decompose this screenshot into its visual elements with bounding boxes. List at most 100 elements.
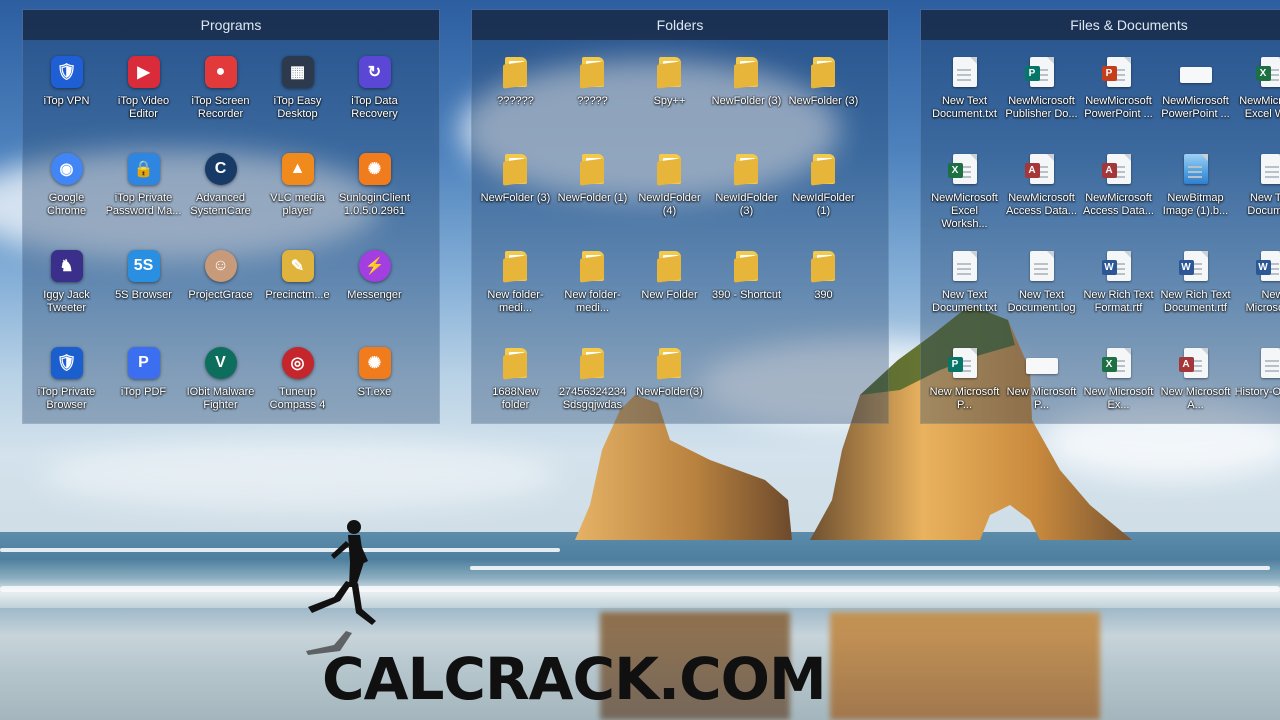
file-shortcut[interactable]: History-Options xyxy=(1234,337,1280,423)
shortcut-label: ST.exe xyxy=(357,386,392,398)
program-shortcut[interactable]: ⚡ Messenger xyxy=(336,240,413,337)
folder-icon xyxy=(652,54,688,90)
shortcut-label: VLC media player xyxy=(270,192,325,217)
folder-shortcut[interactable]: NewIdFolder (4) xyxy=(631,143,708,240)
folder-shortcut[interactable]: New folder-medi... xyxy=(554,240,631,337)
program-shortcut[interactable]: ♞ Iggy Jack Tweeter xyxy=(28,240,105,337)
shortcut-label: NewMicrosoft Access Data... xyxy=(1083,192,1154,217)
bitmap-icon xyxy=(1178,151,1214,187)
access-icon: A xyxy=(1178,345,1214,381)
folder-shortcut[interactable]: ?????? xyxy=(477,46,554,143)
program-shortcut[interactable]: PiTop PDF xyxy=(105,337,182,434)
folder-shortcut[interactable]: New Folder xyxy=(631,240,708,337)
program-shortcut[interactable]: V IObit Malware Fighter xyxy=(182,337,259,434)
program-shortcut[interactable]: 🛡 iTop Private Browser xyxy=(28,337,105,434)
file-shortcut[interactable]: New Text Docum2... xyxy=(1234,143,1280,240)
shortcut-label: 5S Browser xyxy=(115,289,172,301)
folder-shortcut[interactable]: 1688New folder xyxy=(477,337,554,434)
shortcut-label: History-Options xyxy=(1234,386,1280,398)
file-shortcut[interactable]: A New Microsoft A... xyxy=(1157,337,1234,423)
shortcut-label: Iggy Jack Tweeter xyxy=(43,289,90,314)
compass-icon: ◎ xyxy=(280,345,316,381)
shortcut-label: New Rich Text Document.rtf xyxy=(1160,289,1231,314)
shortcut-label: iTop Screen Recorder xyxy=(191,95,250,120)
file-shortcut[interactable]: NewMicrosoft PowerPoint ... xyxy=(1157,46,1234,143)
shortcut-label: NewFolder (3) xyxy=(788,95,859,107)
program-shortcut[interactable]: ◎ Tuneup Compass 4 xyxy=(259,337,336,434)
program-shortcut[interactable]: ✺ ST.exe xyxy=(336,337,413,434)
file-shortcut[interactable]: X New Microsoft Ex... xyxy=(1080,337,1157,423)
grid-icon: ▦ xyxy=(280,54,316,90)
shortcut-label: NewMicrosoft Publisher Do... xyxy=(1005,95,1078,120)
cone-icon: ▲ xyxy=(280,151,316,187)
shortcut-label: NewIdFolder (1) xyxy=(792,192,855,217)
fence-title[interactable]: Files & Documents xyxy=(921,10,1280,40)
folder-shortcut[interactable]: NewIdFolder (3) xyxy=(708,143,785,240)
folder-shortcut[interactable]: NewIdFolder (1) xyxy=(785,143,862,240)
file-shortcut[interactable]: P NewMicrosoft Publisher Do... xyxy=(1003,46,1080,143)
folder-shortcut[interactable]: 27456324234 Sdsgqjwdas xyxy=(554,337,631,434)
file-shortcut[interactable]: New Text Document.txt xyxy=(926,46,1003,143)
shortcut-label: NewFolder(3) xyxy=(636,386,703,398)
fence-title[interactable]: Folders xyxy=(472,10,888,40)
shortcut-label: NewFolder (1) xyxy=(557,192,628,204)
program-shortcut[interactable]: ● iTop Screen Recorder xyxy=(182,46,259,143)
file-shortcut[interactable]: New Text Document.txt xyxy=(926,240,1003,337)
folder-pen-icon: ✎ xyxy=(280,248,316,284)
program-shortcut[interactable]: ▲ VLC media player xyxy=(259,143,336,240)
folder-shortcut[interactable]: NewFolder (3) xyxy=(477,143,554,240)
file-shortcut[interactable]: X NewMicrosoft Excel Wo... xyxy=(1234,46,1280,143)
shortcut-label: NewFolder (3) xyxy=(480,192,551,204)
shortcut-label: iTop Private Password Ma... xyxy=(105,192,182,217)
shortcut-label: iTop Easy Desktop xyxy=(273,95,322,120)
shortcut-label: ????? xyxy=(577,95,608,107)
folder-icon xyxy=(806,151,842,187)
file-shortcut[interactable]: NewBitmap Image (1).b... xyxy=(1157,143,1234,240)
blank-document-icon xyxy=(1024,345,1060,381)
folder-shortcut[interactable]: 390 xyxy=(785,240,862,337)
program-shortcut[interactable]: ◉ Google Chrome xyxy=(28,143,105,240)
word-icon: W xyxy=(1178,248,1214,284)
file-shortcut[interactable]: P New Microsoft P... xyxy=(926,337,1003,423)
folder-shortcut[interactable]: NewFolder(3) xyxy=(631,337,708,434)
file-shortcut[interactable]: New Text Document.log xyxy=(1003,240,1080,337)
program-shortcut[interactable]: ☺ ProjectGrace xyxy=(182,240,259,337)
shortcut-label: Spy++ xyxy=(653,95,686,107)
avatar-icon: ☺ xyxy=(203,248,239,284)
folder-shortcut[interactable]: Spy++ xyxy=(631,46,708,143)
file-shortcut[interactable]: W New Rich Text Format.rtf xyxy=(1080,240,1157,337)
folder-icon xyxy=(575,248,611,284)
file-shortcut[interactable]: A NewMicrosoft Access Data... xyxy=(1080,143,1157,240)
shortcut-label: New folder-medi... xyxy=(487,289,544,314)
shortcut-label: New Microsoft P... xyxy=(929,386,1000,411)
folder-shortcut[interactable]: ????? xyxy=(554,46,631,143)
program-shortcut[interactable]: ▦ iTop Easy Desktop xyxy=(259,46,336,143)
program-shortcut[interactable]: 🔒 iTop Private Password Ma... xyxy=(105,143,182,240)
shortcut-label: New Microsoft... xyxy=(1245,289,1280,314)
program-shortcut[interactable]: ✺ SunloginClient 1.0.5.0.2961 xyxy=(336,143,413,240)
shortcut-label: NewFolder (3) xyxy=(711,95,782,107)
program-shortcut[interactable]: 5S 5S Browser xyxy=(105,240,182,337)
cloud xyxy=(40,440,560,510)
folder-shortcut[interactable]: NewFolder (1) xyxy=(554,143,631,240)
file-shortcut[interactable]: New Microsoft P... xyxy=(1003,337,1080,423)
file-shortcut[interactable]: P NewMicrosoft PowerPoint ... xyxy=(1080,46,1157,143)
program-shortcut[interactable]: ↻ iTop Data Recovery xyxy=(336,46,413,143)
file-shortcut[interactable]: X NewMicrosoft Excel Worksh... xyxy=(926,143,1003,240)
folder-shortcut[interactable]: New folder-medi... xyxy=(477,240,554,337)
folder-shortcut[interactable]: NewFolder (3) xyxy=(708,46,785,143)
program-shortcut[interactable]: 🛡 iTop VPN xyxy=(28,46,105,143)
file-shortcut[interactable]: W New Rich Text Document.rtf xyxy=(1157,240,1234,337)
shortcut-label: iTop Private Browser xyxy=(37,386,96,411)
program-shortcut[interactable]: ✎ Precinctm...e xyxy=(259,240,336,337)
excel-icon: X xyxy=(1101,345,1137,381)
folder-shortcut[interactable]: NewFolder (3) xyxy=(785,46,862,143)
file-shortcut[interactable]: W New Microsoft... xyxy=(1234,240,1280,337)
program-shortcut[interactable]: C Advanced SystemCare xyxy=(182,143,259,240)
folder-shortcut[interactable]: 390 - Shortcut xyxy=(708,240,785,337)
fence-title[interactable]: Programs xyxy=(23,10,439,40)
file-shortcut[interactable]: A NewMicrosoft Access Data... xyxy=(1003,143,1080,240)
shortcut-label: New Text Document.txt xyxy=(932,289,997,314)
program-shortcut[interactable]: ▶ iTop Video Editor xyxy=(105,46,182,143)
folder-icon xyxy=(729,248,765,284)
